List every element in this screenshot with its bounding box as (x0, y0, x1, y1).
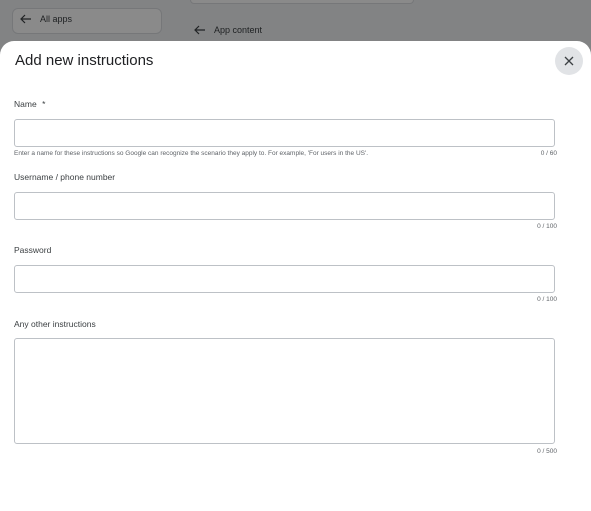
dialog-title: Add new instructions (15, 52, 154, 69)
other-instructions-label: Any other instructions (14, 319, 96, 329)
username-input[interactable] (14, 192, 555, 220)
password-input[interactable] (14, 265, 555, 293)
name-input[interactable] (14, 119, 555, 147)
username-char-counter: 0 / 100 (537, 223, 557, 230)
password-field-label: Password (14, 245, 52, 255)
add-instructions-dialog: Add new instructions Name * Enter a name… (0, 41, 591, 511)
name-field-label: Name * (14, 99, 45, 109)
other-instructions-textarea[interactable] (14, 338, 555, 444)
name-label-text: Name (14, 99, 37, 109)
name-hint: Enter a name for these instructions so G… (14, 150, 369, 157)
password-char-counter: 0 / 100 (537, 296, 557, 303)
close-icon (564, 56, 574, 66)
required-marker: * (42, 99, 46, 109)
close-button[interactable] (555, 47, 583, 75)
name-char-counter: 0 / 60 (540, 150, 557, 157)
username-field-label: Username / phone number (14, 172, 116, 182)
other-instructions-char-counter: 0 / 500 (537, 448, 557, 455)
